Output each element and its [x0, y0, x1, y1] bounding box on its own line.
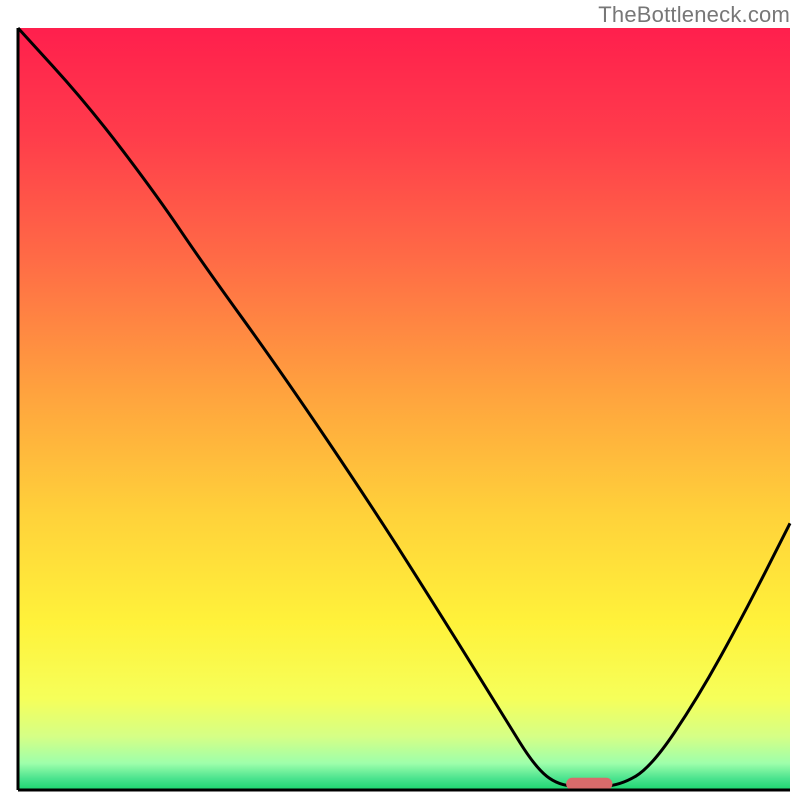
chart-container: TheBottleneck.com	[0, 0, 800, 800]
plot-background	[18, 28, 790, 790]
valley-marker	[566, 778, 612, 790]
watermark-text: TheBottleneck.com	[598, 2, 790, 28]
bottleneck-chart	[0, 0, 800, 800]
